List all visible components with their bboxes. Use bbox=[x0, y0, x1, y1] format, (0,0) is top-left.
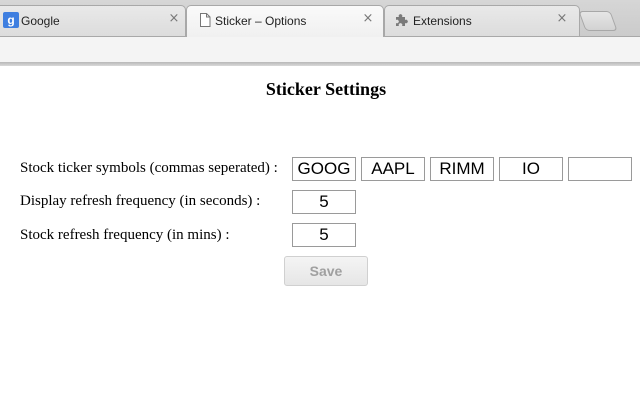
display-refresh-label: Display refresh frequency (in seconds) : bbox=[20, 193, 261, 209]
ticker-input-4[interactable]: IO bbox=[499, 157, 563, 181]
tab-strip: g Google × Extensions × Sticker – Option… bbox=[0, 0, 640, 37]
close-icon[interactable]: × bbox=[167, 12, 181, 26]
ticker-input-5[interactable] bbox=[568, 157, 632, 181]
page-title: Sticker Settings bbox=[265, 79, 387, 99]
save-button[interactable]: Save bbox=[284, 256, 368, 286]
tab-google[interactable]: g Google × bbox=[0, 5, 186, 36]
tab-title: Google bbox=[21, 14, 60, 28]
puzzle-piece-icon bbox=[393, 12, 409, 28]
stock-refresh-input[interactable]: 5 bbox=[292, 223, 356, 247]
ticker-input-3[interactable]: RIMM bbox=[430, 157, 494, 181]
display-refresh-input[interactable]: 5 bbox=[292, 190, 356, 214]
tab-title: Sticker – Options bbox=[215, 14, 307, 28]
close-icon[interactable]: × bbox=[361, 12, 375, 26]
stock-refresh-label: Stock refresh frequency (in mins) : bbox=[20, 227, 230, 243]
browser-toolbar bbox=[0, 36, 640, 62]
ticker-symbols-label: Stock ticker symbols (commas seperated) … bbox=[20, 160, 278, 176]
tab-title: Extensions bbox=[413, 14, 472, 28]
page-icon bbox=[197, 12, 213, 28]
new-tab-button[interactable] bbox=[578, 11, 618, 31]
tab-extensions[interactable]: Extensions × bbox=[384, 5, 580, 36]
google-g-icon: g bbox=[3, 12, 19, 28]
tab-sticker-options[interactable]: Sticker – Options × bbox=[186, 5, 384, 37]
toolbar-divider bbox=[0, 62, 640, 66]
close-icon[interactable]: × bbox=[555, 12, 569, 26]
ticker-input-1[interactable]: GOOG bbox=[292, 157, 356, 181]
ticker-input-2[interactable]: AAPL bbox=[361, 157, 425, 181]
